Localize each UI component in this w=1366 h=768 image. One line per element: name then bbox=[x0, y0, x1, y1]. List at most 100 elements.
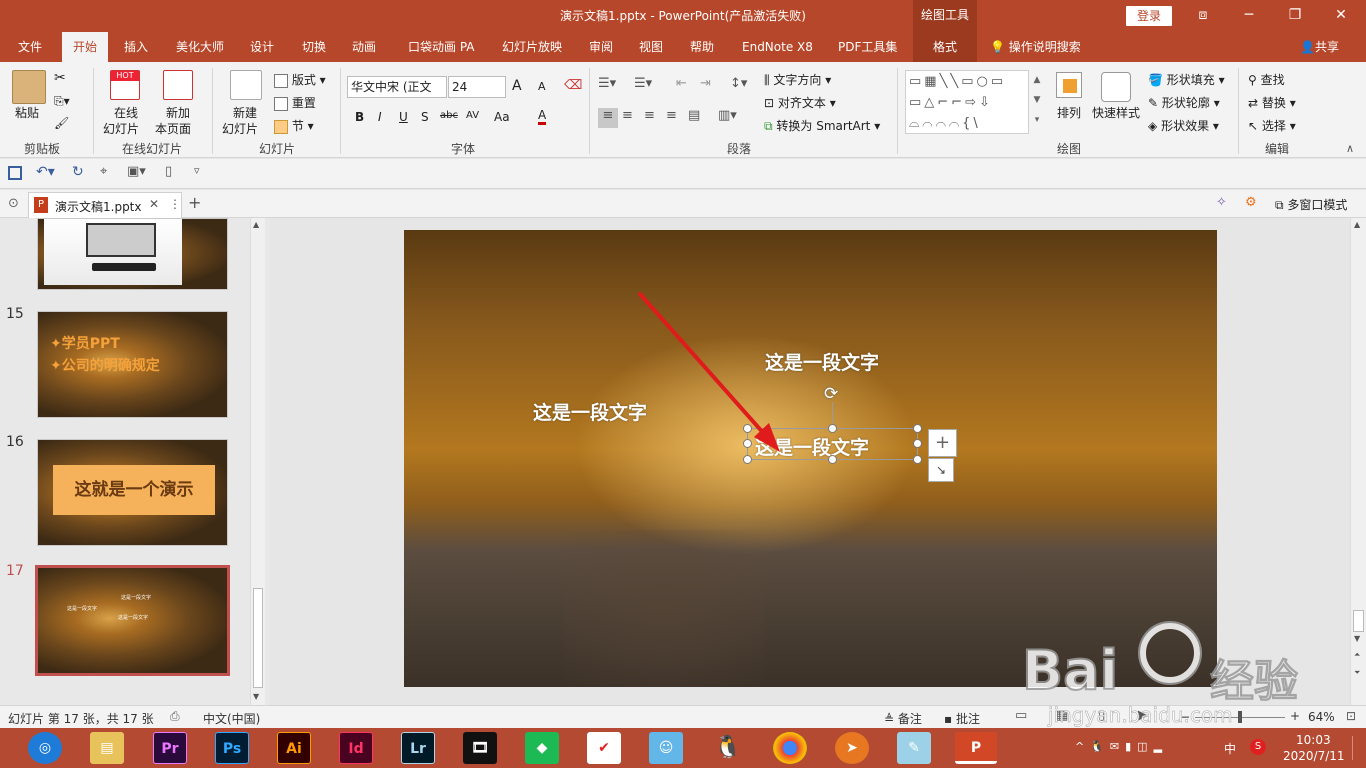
document-tab[interactable]: P 演示文稿1.pptx ✕ ⋮ bbox=[28, 192, 182, 218]
format-painter-icon[interactable]: 🖌 bbox=[54, 116, 69, 130]
paste-icon[interactable] bbox=[12, 70, 46, 104]
close-tab-icon[interactable]: ✕ bbox=[149, 197, 159, 211]
cut-icon[interactable]: ✂ bbox=[54, 70, 66, 86]
new-page-line2[interactable]: 本页面 bbox=[155, 120, 191, 137]
undo-icon[interactable]: ↶▾ bbox=[36, 164, 55, 180]
slide-thumbnail-17-selected[interactable]: 这是一段文字 这是一段文字 这是一段文字 bbox=[35, 565, 230, 676]
add-tab-icon[interactable]: + bbox=[188, 193, 201, 212]
quick-styles-button[interactable]: 快速样式 bbox=[1092, 104, 1140, 121]
tell-me-search[interactable]: 💡 操作说明搜索 bbox=[988, 32, 1083, 62]
find-button[interactable]: ⚲ 查找 bbox=[1248, 71, 1285, 88]
reset-button[interactable]: 重置 bbox=[274, 94, 316, 111]
align-center-icon[interactable]: ≡ bbox=[622, 108, 633, 123]
increase-indent-icon[interactable]: ⇥ bbox=[700, 76, 711, 91]
decrease-indent-icon[interactable]: ⇤ bbox=[676, 76, 687, 91]
slideshow-view-icon[interactable]: ▶ bbox=[1138, 708, 1148, 723]
tab-list-icon[interactable]: ⊙ bbox=[8, 196, 19, 211]
tab-view[interactable]: 视图 bbox=[637, 32, 665, 62]
minimize-button[interactable]: ─ bbox=[1226, 0, 1272, 32]
scroll-up-icon[interactable]: ▲ bbox=[253, 220, 259, 229]
normal-view-icon[interactable]: ▭ bbox=[1015, 708, 1027, 723]
arrange-icon[interactable] bbox=[1056, 72, 1082, 98]
tab-pocket-animation[interactable]: 口袋动画 PA bbox=[406, 32, 477, 62]
quick-styles-icon[interactable] bbox=[1101, 72, 1131, 102]
online-slides-icon[interactable]: HOT bbox=[110, 70, 140, 100]
language-status[interactable]: 中文(中国) bbox=[203, 710, 260, 727]
align-text-button[interactable]: ⊡ 对齐文本 ▾ bbox=[764, 94, 836, 111]
tab-transitions[interactable]: 切换 bbox=[300, 32, 328, 62]
scroll-thumb[interactable] bbox=[1353, 610, 1364, 632]
redo-icon[interactable]: ↻ bbox=[72, 164, 84, 180]
tab-home[interactable]: 开始 bbox=[62, 32, 108, 62]
tab-help[interactable]: 帮助 bbox=[688, 32, 716, 62]
zoom-slider-thumb[interactable] bbox=[1238, 711, 1242, 723]
paste-button[interactable]: 粘贴 bbox=[15, 104, 39, 121]
bold-button[interactable]: B bbox=[355, 110, 364, 124]
share-button[interactable]: 👤共享 bbox=[1298, 32, 1341, 62]
system-tray-icons[interactable]: ^🐧✉▮◫▂ bbox=[1075, 740, 1168, 753]
notepad-icon[interactable]: ✎ bbox=[897, 732, 931, 764]
cat-app-icon[interactable]: ☺ bbox=[649, 732, 683, 764]
slide-thumbnail-14[interactable] bbox=[37, 218, 228, 290]
align-right-icon[interactable]: ≡ bbox=[644, 108, 655, 123]
section-button[interactable]: 节 ▾ bbox=[274, 117, 314, 134]
scroll-up-icon[interactable]: ▲ bbox=[1354, 220, 1360, 229]
green-app-icon[interactable]: ◆ bbox=[525, 732, 559, 764]
multi-window-button[interactable]: ⧉ 多窗口模式 bbox=[1275, 196, 1347, 213]
slide-thumbnail-15[interactable]: ✦学员PPT ✦公司的明确规定 bbox=[37, 311, 228, 418]
font-name-combo[interactable]: 华文中宋 (正文 bbox=[347, 76, 447, 98]
layout-button[interactable]: 版式 ▾ bbox=[274, 71, 326, 88]
tab-endnote[interactable]: EndNote X8 bbox=[740, 32, 815, 62]
new-page-line1[interactable]: 新加 bbox=[166, 104, 190, 121]
tab-design[interactable]: 设计 bbox=[248, 32, 276, 62]
line-spacing-icon[interactable]: ↕▾ bbox=[730, 76, 747, 91]
strikethrough-button[interactable]: abc bbox=[440, 110, 458, 121]
premiere-icon[interactable]: Pr bbox=[153, 732, 187, 764]
canvas-scrollbar[interactable]: ▲ ▼ ⏶ ⏷ bbox=[1350, 218, 1366, 705]
tab-insert[interactable]: 插入 bbox=[122, 32, 150, 62]
justify-icon[interactable]: ≡ bbox=[666, 108, 677, 123]
tab-pdf-tools[interactable]: PDF工具集 bbox=[836, 32, 899, 62]
new-slide-line2[interactable]: 幻灯片 bbox=[222, 120, 258, 137]
shapes-scroll[interactable]: ▲ ▼ ▾ bbox=[1028, 70, 1045, 134]
lightroom-icon[interactable]: Lr bbox=[401, 732, 435, 764]
scroll-thumb[interactable] bbox=[253, 588, 263, 688]
shapes-gallery[interactable]: ▭▦╲╲▭○▭ ▭△⌐⌐⇨⇩ ⌓⌒⌒⌒{\ bbox=[905, 70, 1045, 134]
maximize-button[interactable]: ❐ bbox=[1272, 0, 1318, 32]
tab-slideshow[interactable]: 幻灯片放映 bbox=[500, 32, 564, 62]
file-explorer-icon[interactable]: ▤ bbox=[90, 732, 124, 764]
zoom-out-button[interactable]: − bbox=[1180, 710, 1190, 724]
qq-icon[interactable]: 🐧 bbox=[711, 732, 745, 764]
browser-360-icon[interactable]: ◎ bbox=[28, 732, 62, 764]
new-doc-icon[interactable]: ▯ bbox=[165, 164, 172, 179]
underline-button[interactable]: U bbox=[399, 110, 408, 124]
screenshot-icon[interactable]: ⌖ bbox=[100, 164, 107, 179]
tab-format[interactable]: 格式 bbox=[913, 32, 977, 62]
magic-wand-icon[interactable]: ✧ bbox=[1216, 195, 1227, 210]
font-color-button[interactable]: A bbox=[538, 108, 547, 125]
comments-button[interactable]: ▪ 批注 bbox=[944, 710, 980, 727]
preview-icon[interactable]: ▣▾ bbox=[127, 164, 146, 179]
clear-format-icon[interactable]: ⌫ bbox=[564, 78, 582, 93]
indesign-icon[interactable]: Id bbox=[339, 732, 373, 764]
clock-date[interactable]: 2020/7/11 bbox=[1283, 749, 1345, 763]
sogou-icon[interactable]: S bbox=[1250, 739, 1266, 755]
powerpoint-taskbar-icon[interactable]: P bbox=[955, 732, 997, 764]
shape-fill-button[interactable]: 🪣 形状填充 ▾ bbox=[1148, 71, 1225, 88]
tab-menu-icon[interactable]: ⋮ bbox=[169, 197, 181, 211]
close-button[interactable]: ✕ bbox=[1318, 0, 1364, 32]
zoom-in-button[interactable]: + bbox=[1290, 709, 1300, 723]
next-slide-icon[interactable]: ⏷ bbox=[1354, 668, 1360, 678]
arrange-button[interactable]: 排列 bbox=[1057, 104, 1081, 121]
shape-outline-button[interactable]: ✎ 形状轮廓 ▾ bbox=[1148, 94, 1220, 111]
slide-thumbnail-16[interactable]: 这就是一个演示 bbox=[37, 439, 228, 546]
online-slides-line2[interactable]: 幻灯片 bbox=[103, 120, 139, 137]
copy-icon[interactable]: ⎘▾ bbox=[54, 94, 70, 109]
change-case-button[interactable]: Aa bbox=[494, 110, 510, 124]
smartart-button[interactable]: ⧉ 转换为 SmartArt ▾ bbox=[764, 117, 880, 134]
distributed-icon[interactable]: ▤ bbox=[688, 108, 700, 123]
grow-font-button[interactable]: A bbox=[512, 78, 522, 94]
slide-sorter-icon[interactable]: ▦ bbox=[1056, 708, 1068, 723]
new-slide-line1[interactable]: 新建 bbox=[233, 104, 257, 121]
current-slide[interactable]: 这是一段文字 这是一段文字 这是一段文字 ⟳ + ↘ bbox=[404, 230, 1217, 687]
